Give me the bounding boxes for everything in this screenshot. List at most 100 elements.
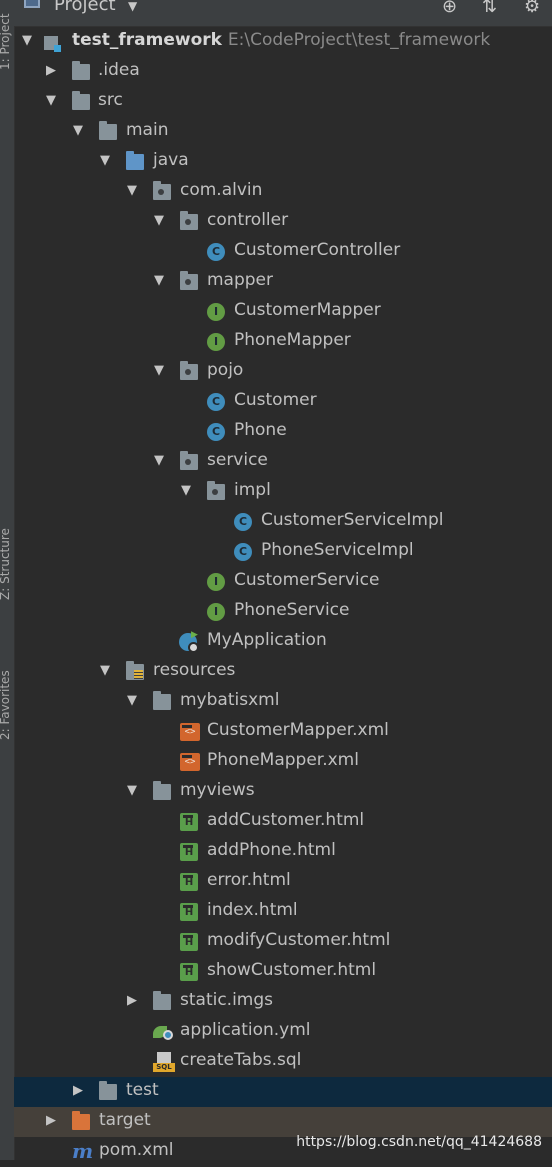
node-label: target <box>99 1110 151 1130</box>
structure-tool-tab[interactable]: Z: Structure <box>0 528 12 600</box>
tree-node-phone-mapper[interactable]: I PhoneMapper <box>14 327 552 357</box>
tree-node-phone-service-impl[interactable]: C PhoneServiceImpl <box>14 537 552 567</box>
tree-node-customer-mapper-xml[interactable]: <> CustomerMapper.xml <box>14 717 552 747</box>
tree-node-java[interactable]: ▼ java <box>14 147 552 177</box>
node-label: mapper <box>207 270 274 290</box>
tree-node-add-phone-html[interactable]: H addPhone.html <box>14 837 552 867</box>
tree-node-idea[interactable]: ▶ .idea <box>14 57 552 87</box>
expand-arrow-icon[interactable]: ▼ <box>125 183 139 198</box>
tree-node-main[interactable]: ▼ main <box>14 117 552 147</box>
tree-node-phone-service[interactable]: I PhoneService <box>14 597 552 627</box>
tree-node-root[interactable]: ▼ test_framework E:\CodeProject\test_fra… <box>14 27 552 57</box>
html-file-icon: H <box>180 843 198 861</box>
tree-node-add-customer-html[interactable]: H addCustomer.html <box>14 807 552 837</box>
project-icon <box>24 0 40 8</box>
tree-node-customer-controller[interactable]: C CustomerController <box>14 237 552 267</box>
watermark: https://blog.csdn.net/qq_41424688 <box>296 1134 542 1150</box>
node-label: src <box>98 90 123 110</box>
tree-node-customer-mapper[interactable]: I CustomerMapper <box>14 297 552 327</box>
node-label: pom.xml <box>99 1140 174 1160</box>
node-label: index.html <box>207 900 298 920</box>
root-path: E:\CodeProject\test_framework <box>227 30 491 50</box>
tree-node-customer[interactable]: C Customer <box>14 387 552 417</box>
project-view-selector[interactable]: Project <box>54 0 116 15</box>
tree-node-customer-service[interactable]: I CustomerService <box>14 567 552 597</box>
html-file-icon: H <box>180 873 198 891</box>
tree-node-my-application[interactable]: ▶ MyApplication <box>14 627 552 657</box>
html-file-icon: H <box>180 813 198 831</box>
tree-node-static-imgs[interactable]: ▶ static.imgs <box>14 987 552 1017</box>
expand-arrow-icon[interactable]: ▼ <box>44 93 58 108</box>
tree-node-target[interactable]: ▶ target <box>14 1107 552 1137</box>
expand-arrow-icon[interactable]: ▼ <box>152 363 166 378</box>
collapsed-arrow-icon[interactable]: ▶ <box>125 993 139 1008</box>
node-label: com.alvin <box>180 180 263 200</box>
tree-node-myviews[interactable]: ▼ myviews <box>14 777 552 807</box>
node-label: modifyCustomer.html <box>207 930 391 950</box>
node-label: CustomerMapper.xml <box>207 720 389 740</box>
node-label: Phone <box>234 420 287 440</box>
class-icon: C <box>207 393 225 411</box>
expand-arrow-icon[interactable]: ▼ <box>71 123 85 138</box>
gear-icon[interactable]: ⚙ <box>524 0 540 17</box>
tree-node-mapper[interactable]: ▼ mapper <box>14 267 552 297</box>
project-tool-tab[interactable]: 1: Project <box>0 13 12 70</box>
tree-node-service[interactable]: ▼ service <box>14 447 552 477</box>
folder-icon <box>99 1081 117 1100</box>
expand-arrow-icon[interactable]: ▼ <box>98 153 112 168</box>
maven-icon: m <box>72 1139 94 1163</box>
crosshair-icon[interactable]: ⊕ <box>442 0 457 17</box>
node-label: static.imgs <box>180 990 274 1010</box>
expand-arrow-icon[interactable]: ▼ <box>152 213 166 228</box>
node-label: mybatisxml <box>180 690 280 710</box>
tree-node-customer-service-impl[interactable]: C CustomerServiceImpl <box>14 507 552 537</box>
folder-icon <box>153 781 171 800</box>
expand-arrow-icon[interactable]: ▼ <box>179 483 193 498</box>
package-icon <box>180 451 198 470</box>
xml-file-icon: <> <box>180 723 200 741</box>
folder-icon <box>99 121 117 140</box>
interface-icon: I <box>207 333 225 351</box>
expand-arrow-icon[interactable]: ▼ <box>152 453 166 468</box>
tree-node-phone[interactable]: C Phone <box>14 417 552 447</box>
xml-file-icon: <> <box>180 753 200 771</box>
expand-arrow-icon[interactable]: ▼ <box>98 663 112 678</box>
node-label: impl <box>234 480 271 500</box>
node-label: resources <box>153 660 236 680</box>
sql-file-icon: SQL <box>153 1052 175 1072</box>
tree-node-error-html[interactable]: H error.html <box>14 867 552 897</box>
tree-node-modify-customer-html[interactable]: H modifyCustomer.html <box>14 927 552 957</box>
tree-node-src[interactable]: ▼ src <box>14 87 552 117</box>
tree-node-pojo[interactable]: ▼ pojo <box>14 357 552 387</box>
node-label: createTabs.sql <box>180 1050 302 1070</box>
tree-node-phone-mapper-xml[interactable]: <> PhoneMapper.xml <box>14 747 552 777</box>
html-file-icon: H <box>180 903 198 921</box>
caret-down-icon[interactable]: ▼ <box>128 0 137 13</box>
tree-node-mybatisxml[interactable]: ▼ mybatisxml <box>14 687 552 717</box>
package-icon <box>180 271 198 290</box>
yaml-config-icon <box>153 1024 173 1040</box>
collapsed-arrow-icon[interactable]: ▶ <box>71 1083 85 1098</box>
node-label: myviews <box>180 780 255 800</box>
tree-node-create-tabs-sql[interactable]: SQL createTabs.sql <box>14 1047 552 1077</box>
expand-arrow-icon[interactable]: ▼ <box>152 273 166 288</box>
expand-arrow-icon[interactable]: ▼ <box>125 693 139 708</box>
tree-node-impl[interactable]: ▼ impl <box>14 477 552 507</box>
tree-node-show-customer-html[interactable]: H showCustomer.html <box>14 957 552 987</box>
collapsed-arrow-icon[interactable]: ▶ <box>44 1113 58 1128</box>
root-name: test_framework <box>72 30 222 50</box>
tree-node-test[interactable]: ▶ test <box>14 1077 552 1107</box>
collapsed-arrow-icon[interactable]: ▶ <box>44 63 58 78</box>
expand-arrow-icon[interactable]: ▼ <box>20 33 34 48</box>
collapse-icon[interactable]: ⇅ <box>482 0 497 17</box>
favorites-tool-tab[interactable]: 2: Favorites <box>0 670 12 740</box>
source-folder-icon <box>126 151 144 170</box>
node-label: test <box>126 1080 159 1100</box>
tree-node-index-html[interactable]: H index.html <box>14 897 552 927</box>
tree-node-application-yml[interactable]: application.yml <box>14 1017 552 1047</box>
resources-folder-icon <box>126 661 144 680</box>
expand-arrow-icon[interactable]: ▼ <box>125 783 139 798</box>
tree-node-resources[interactable]: ▼ resources <box>14 657 552 687</box>
tree-node-com-alvin[interactable]: ▼ com.alvin <box>14 177 552 207</box>
tree-node-controller[interactable]: ▼ controller <box>14 207 552 237</box>
